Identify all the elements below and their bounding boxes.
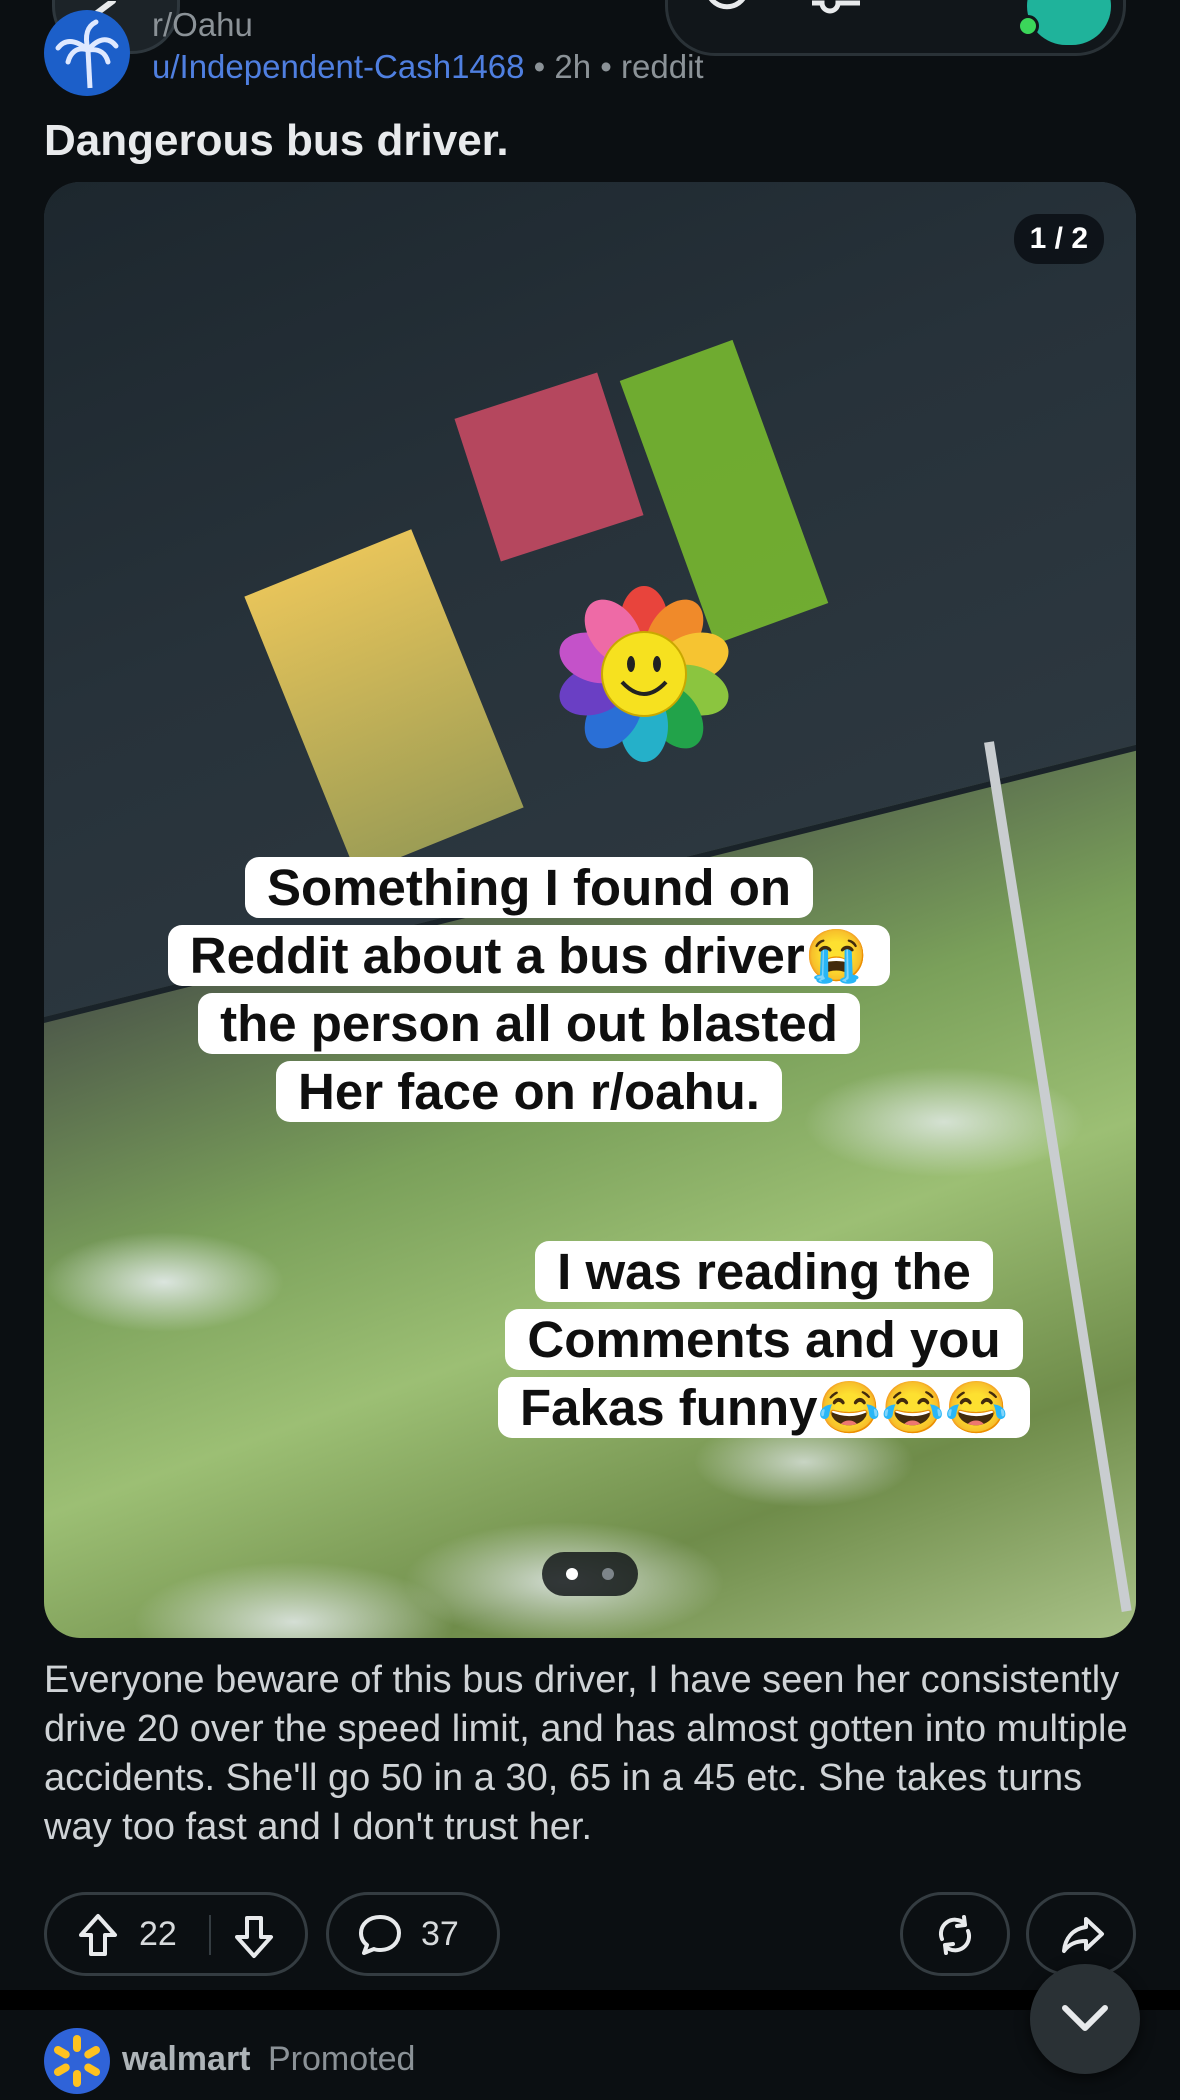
- user-avatar[interactable]: [1027, 0, 1111, 45]
- feed-divider: [0, 1990, 1180, 2010]
- palm-tree-icon: [55, 19, 119, 89]
- online-status-dot: [1017, 15, 1039, 37]
- subreddit-avatar[interactable]: [44, 10, 130, 96]
- meta-sep-1: •: [533, 48, 546, 85]
- overlay-caption-2: I was reading the Comments and you Fakas…: [494, 1238, 1034, 1442]
- caption-1-line-1: Something I found on: [244, 857, 814, 918]
- vote-divider: [209, 1915, 211, 1955]
- comment-icon: [359, 1915, 401, 1955]
- image-counter: 1 / 2: [1013, 214, 1104, 264]
- carousel-dot-active[interactable]: [566, 1568, 578, 1580]
- promoted-label: Promoted: [268, 2040, 416, 2078]
- crosspost-button[interactable]: [900, 1892, 1010, 1976]
- post-meta: u/Independent-Cash1468 • 2h • reddit: [152, 48, 704, 86]
- downvote-icon[interactable]: [233, 1915, 275, 1959]
- post-body: Everyone beware of this bus driver, I ha…: [44, 1659, 1128, 1848]
- caption-2-line-1: I was reading the: [535, 1241, 993, 1302]
- carousel-indicator[interactable]: [542, 1552, 638, 1596]
- username-link[interactable]: u/Independent-Cash1468: [152, 48, 524, 85]
- upvote-icon[interactable]: [77, 1913, 119, 1957]
- caption-1-line-4: Her face on r/oahu.: [276, 1061, 782, 1122]
- top-action-bar: [665, 0, 1126, 56]
- walmart-spark-icon: [53, 2035, 101, 2087]
- key-icon[interactable]: [808, 0, 864, 21]
- post-time: 2h: [554, 48, 592, 85]
- post-title[interactable]: Dangerous bus driver.: [44, 116, 509, 166]
- overlay-caption-1: Something I found on Reddit about a bus …: [84, 854, 974, 1126]
- meta-sep-2: •: [600, 48, 612, 85]
- post-image-carousel[interactable]: 1 / 2 Something I found on Reddit about …: [44, 182, 1136, 1638]
- smiley-flower-sticker: [559, 586, 729, 762]
- comments-button[interactable]: 37: [326, 1892, 500, 1976]
- upvote-count: 22: [139, 1915, 177, 1953]
- caption-1-line-2: Reddit about a bus driver😭: [167, 925, 891, 986]
- crosspost-icon: [938, 1915, 972, 1955]
- walmart-avatar[interactable]: [44, 2028, 110, 2094]
- share-icon: [1062, 1917, 1104, 1953]
- carousel-dot[interactable]: [602, 1568, 614, 1580]
- subreddit-name[interactable]: r/Oahu: [152, 6, 253, 44]
- vote-pill: 22: [44, 1892, 308, 1976]
- search-icon[interactable]: [702, 0, 752, 23]
- collapse-button[interactable]: [1030, 1964, 1140, 2074]
- caption-1-line-3: the person all out blasted: [198, 993, 860, 1054]
- chevron-down-icon: [1062, 2005, 1108, 2031]
- caption-2-line-3: Fakas funny😂😂😂: [497, 1377, 1031, 1438]
- post-source: reddit: [621, 48, 704, 85]
- comment-count: 37: [421, 1915, 459, 1953]
- caption-2-line-2: Comments and you: [505, 1309, 1023, 1370]
- advertiser-name[interactable]: walmart: [122, 2040, 251, 2079]
